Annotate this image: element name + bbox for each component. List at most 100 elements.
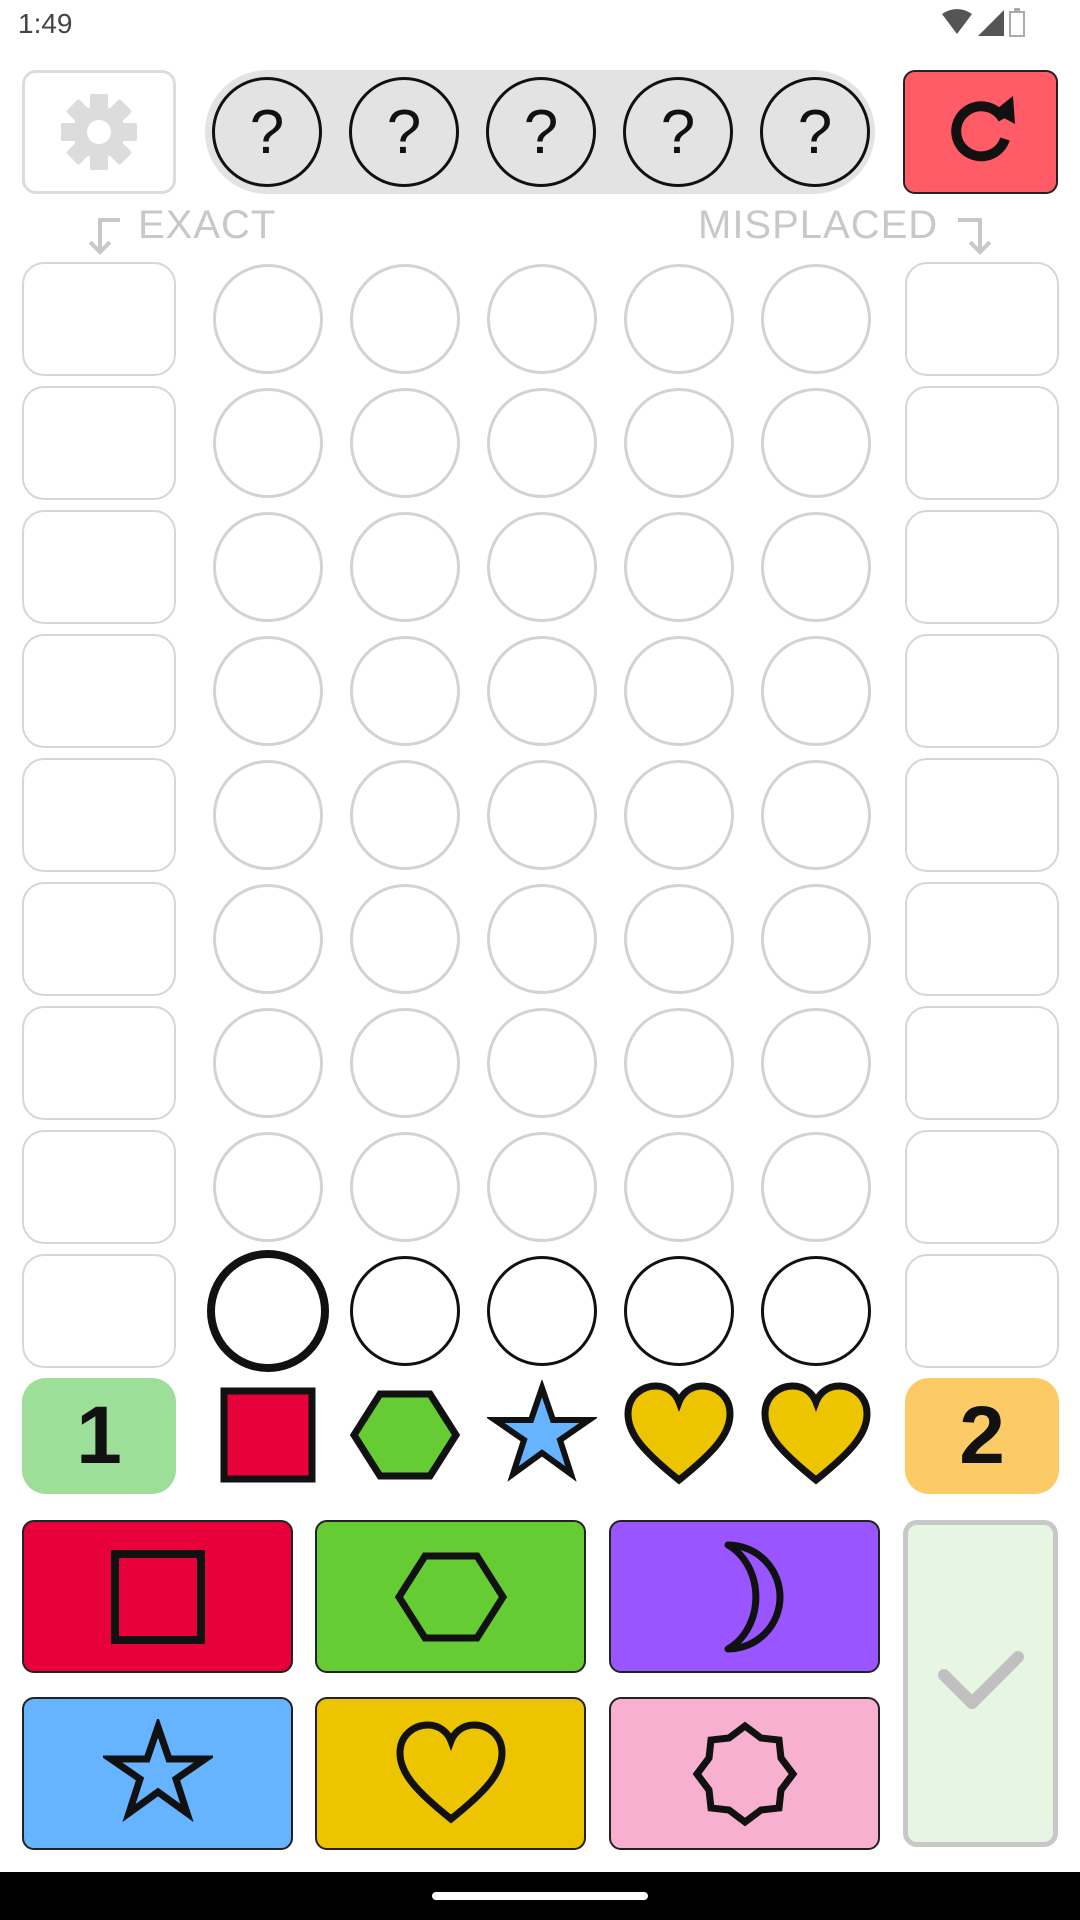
secret-peg: ? <box>349 77 459 187</box>
active-guess-slot[interactable] <box>624 1256 734 1366</box>
guess-slot <box>487 636 597 746</box>
submit-guess-button[interactable] <box>903 1520 1058 1847</box>
guess-slot <box>213 1008 323 1118</box>
guess-slot <box>213 264 323 374</box>
refresh-icon <box>951 96 1015 162</box>
last-guess-red-square-icon <box>220 1387 316 1483</box>
misplaced-feedback-box <box>905 510 1059 624</box>
guess-slot <box>487 388 597 498</box>
guess-slot <box>761 512 871 622</box>
guess-slot <box>350 512 460 622</box>
heart-icon <box>395 1720 506 1823</box>
check-icon <box>938 1651 1024 1709</box>
guess-slot <box>350 760 460 870</box>
active-guess-slot[interactable] <box>487 1256 597 1366</box>
misplaced-feedback-box <box>905 1130 1059 1244</box>
exact-feedback-box <box>22 1130 176 1244</box>
active-guess-slot[interactable] <box>761 1256 871 1366</box>
exact-feedback-box <box>22 634 176 748</box>
guess-slot <box>761 636 871 746</box>
misplaced-feedback-box <box>905 1254 1059 1368</box>
exact-feedback-box <box>22 1254 176 1368</box>
guess-slot <box>761 884 871 994</box>
guess-slot <box>761 760 871 870</box>
guess-slot <box>487 760 597 870</box>
status-icons <box>940 8 1040 42</box>
guess-slot <box>487 264 597 374</box>
star-icon <box>102 1718 213 1822</box>
exact-feedback-box <box>22 510 176 624</box>
octagram-icon <box>692 1721 797 1826</box>
guess-slot <box>213 512 323 622</box>
exact-arrow-icon <box>88 218 120 255</box>
guess-slot <box>213 760 323 870</box>
palette-purple-moon-button[interactable] <box>609 1520 880 1673</box>
last-guess-blue-star-icon <box>487 1380 597 1482</box>
secret-peg: ? <box>623 77 733 187</box>
guess-slot <box>350 388 460 498</box>
secret-peg: ? <box>486 77 596 187</box>
misplaced-label: MISPLACED <box>698 203 939 247</box>
moon-icon <box>724 1541 783 1652</box>
exact-count-badge: 1 <box>22 1378 176 1494</box>
guess-slot <box>624 264 734 374</box>
secret-peg: ? <box>212 77 322 187</box>
misplaced-feedback-box <box>905 262 1059 376</box>
guess-slot <box>761 1132 871 1242</box>
settings-button[interactable] <box>22 70 176 194</box>
guess-slot <box>761 1008 871 1118</box>
guess-slot <box>761 388 871 498</box>
active-guess-slot-selected[interactable] <box>207 1250 329 1372</box>
home-gesture-handle[interactable] <box>432 1892 648 1900</box>
guess-slot <box>624 512 734 622</box>
exact-feedback-box <box>22 882 176 996</box>
misplaced-feedback-box <box>905 634 1059 748</box>
guess-slot <box>213 636 323 746</box>
reset-button[interactable] <box>903 70 1058 194</box>
palette-red-square-button[interactable] <box>22 1520 293 1673</box>
guess-slot <box>487 1132 597 1242</box>
guess-slot <box>624 388 734 498</box>
signal-icon <box>978 10 1004 36</box>
guess-slot <box>487 884 597 994</box>
battery-icon <box>1009 8 1025 37</box>
guess-slot <box>624 884 734 994</box>
guess-slot <box>350 1008 460 1118</box>
guess-slot <box>487 1008 597 1118</box>
misplaced-feedback-box <box>905 758 1059 872</box>
guess-slot <box>350 264 460 374</box>
misplaced-feedback-box <box>905 386 1059 500</box>
palette-pink-octagram-button[interactable] <box>609 1697 880 1850</box>
misplaced-feedback-box <box>905 882 1059 996</box>
last-guess-yellow-heart-icon <box>761 1382 871 1485</box>
palette-blue-star-button[interactable] <box>22 1697 293 1850</box>
guess-slot <box>213 884 323 994</box>
last-guess-green-hexagon-icon <box>350 1390 460 1480</box>
misplaced-feedback-box <box>905 1006 1059 1120</box>
guess-slot <box>350 636 460 746</box>
gear-icon <box>61 94 137 170</box>
guess-slot <box>624 1132 734 1242</box>
exact-label: EXACT <box>138 203 277 247</box>
guess-slot <box>761 264 871 374</box>
guess-slot <box>487 512 597 622</box>
palette-green-hexagon-button[interactable] <box>315 1520 586 1673</box>
exact-feedback-box <box>22 262 176 376</box>
guess-slot <box>350 884 460 994</box>
square-icon <box>110 1549 205 1644</box>
last-guess-yellow-heart-icon <box>624 1382 734 1485</box>
guess-slot <box>624 636 734 746</box>
guess-slot <box>213 1132 323 1242</box>
wifi-icon <box>942 9 972 34</box>
exact-feedback-box <box>22 386 176 500</box>
guess-slot <box>350 1132 460 1242</box>
status-time: 1:49 <box>18 8 73 39</box>
misplaced-count-badge: 2 <box>905 1378 1059 1494</box>
active-guess-slot[interactable] <box>350 1256 460 1366</box>
guess-slot <box>213 388 323 498</box>
exact-feedback-box <box>22 758 176 872</box>
palette-yellow-heart-button[interactable] <box>315 1697 586 1850</box>
hexagon-icon <box>394 1552 507 1641</box>
misplaced-arrow-icon <box>958 218 992 255</box>
exact-feedback-box <box>22 1006 176 1120</box>
